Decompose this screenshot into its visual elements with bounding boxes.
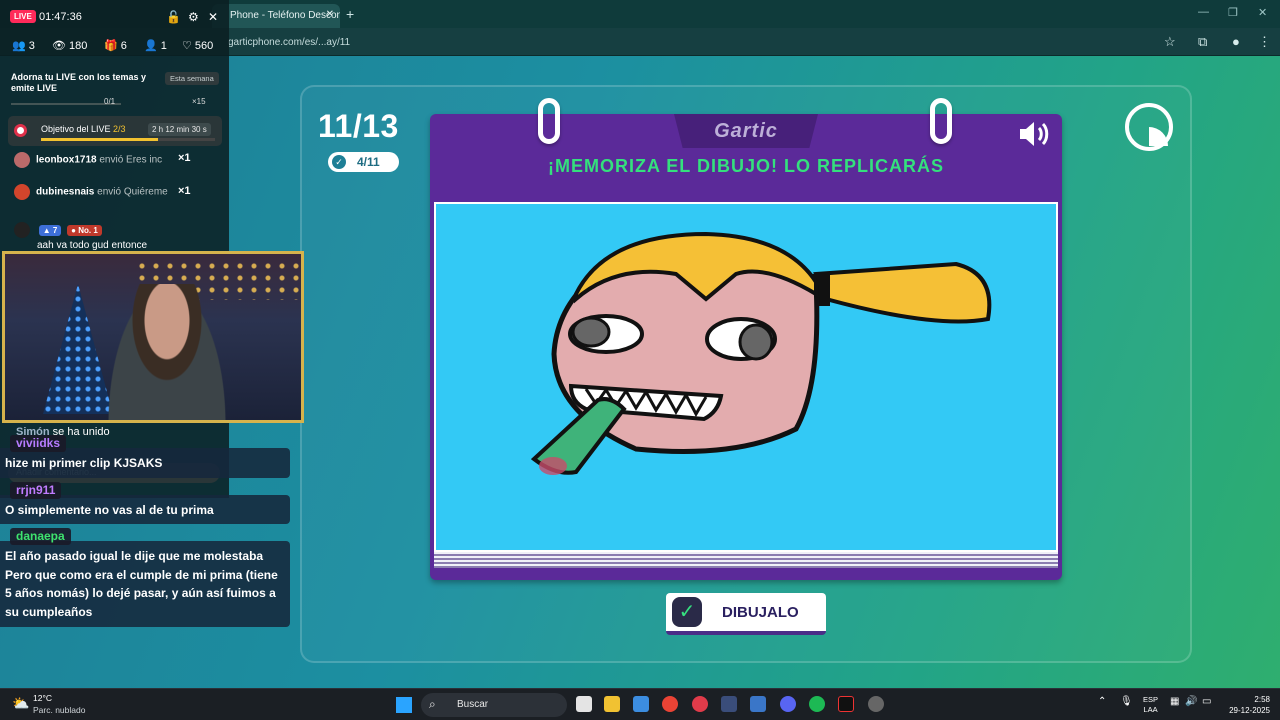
clock[interactable]: 2:58 29-12-2025 xyxy=(1222,694,1270,716)
windows-start-icon[interactable] xyxy=(396,697,412,713)
volume-icon[interactable]: 🔊 xyxy=(1185,696,1197,707)
gift-multiplier: ×1 xyxy=(178,185,191,197)
drawing-image xyxy=(530,231,992,475)
tray-overflow-icon[interactable]: ⌃ xyxy=(1098,696,1106,707)
chat-text: hize mi primer clip KJSAKS xyxy=(5,456,163,470)
obs-icon[interactable] xyxy=(868,696,884,712)
goal-label: Objetivo del LIVE 2/3 xyxy=(41,124,126,134)
players-done-count: 4/11 xyxy=(357,155,380,169)
close-live-icon[interactable]: ✕ xyxy=(208,10,218,24)
taskbar-search[interactable]: ⌕ Buscar xyxy=(421,693,567,717)
extensions-icon[interactable]: ⧉ xyxy=(1198,34,1207,50)
spotify-icon[interactable] xyxy=(809,696,825,712)
chat-text: El año pasado igual le dije que me moles… xyxy=(5,549,278,619)
promo-text: Adorna tu LIVE con los temas y emite LIV… xyxy=(11,72,147,93)
live-elapsed-time: 01:47:36 xyxy=(39,11,82,23)
drawing-canvas xyxy=(434,202,1058,552)
gartic-logo: Gartic xyxy=(674,114,818,148)
chat-overlay-message: viviidks hize mi primer clip KJSAKS xyxy=(0,435,290,478)
christmas-tree xyxy=(43,284,113,414)
settings-icon[interactable]: ⚙ xyxy=(188,10,199,24)
gift-event: leonbox1718 envió Eres inc xyxy=(14,152,162,168)
vscode-icon[interactable] xyxy=(721,696,737,712)
rank-badge: ● No. 1 xyxy=(67,224,102,236)
chat-username: danaepa xyxy=(10,528,71,545)
new-tab-button[interactable]: + xyxy=(346,6,354,22)
card-ring-right xyxy=(930,98,952,144)
tab-garticphone[interactable]: Phone - Teléfono Descon ✕ xyxy=(212,4,340,28)
stat-gifts: 🎁 6 xyxy=(104,40,127,52)
discord-icon[interactable] xyxy=(780,696,796,712)
close-window-icon[interactable]: ✕ xyxy=(1258,6,1267,19)
avatar xyxy=(14,152,30,168)
stat-likes: ♡ 560 xyxy=(182,40,214,52)
chat-username: rrjn911 xyxy=(10,482,62,499)
stat-follows: 👤 1 xyxy=(144,40,167,52)
bookmark-star-icon[interactable]: ☆ xyxy=(1164,34,1176,50)
card-page-edges xyxy=(434,552,1058,568)
goal-time: 2 h 12 min 30 s xyxy=(148,123,211,136)
app-icon[interactable] xyxy=(750,696,766,712)
chrome-icon[interactable] xyxy=(662,696,678,712)
gift-multiplier: ×1 xyxy=(178,152,191,164)
weather-temp[interactable]: 12°C xyxy=(33,693,52,703)
instruction-title: ¡MEMORIZA EL DIBUJO! LO REPLICARÁS xyxy=(547,156,944,176)
chat-text: O simplemente no vas al de tu prima xyxy=(5,503,214,517)
chat-overlay-message: rrjn911 O simplemente no vas al de tu pr… xyxy=(0,482,290,524)
avatar xyxy=(14,184,30,200)
search-icon: ⌕ xyxy=(429,697,436,711)
live-goal[interactable]: Objetivo del LIVE 2/3 2 h 12 min 30 s xyxy=(8,116,222,146)
tab-close-icon[interactable]: ✕ xyxy=(326,9,334,20)
taskbar: ⛅ 12°C Parc. nublado ⌕ Buscar ⌃ 🎙 ESP LAA… xyxy=(0,688,1280,720)
weather-desc[interactable]: Parc. nublado xyxy=(33,705,85,715)
maximize-icon[interactable]: ❐ xyxy=(1228,6,1238,19)
check-icon: ✓ xyxy=(332,155,346,169)
players-done-pill: ✓ 4/11 xyxy=(328,152,399,172)
promo-count: 0/1 xyxy=(104,97,116,106)
live-badge: LIVE xyxy=(10,10,36,23)
profile-avatar[interactable]: ● xyxy=(1232,34,1240,49)
webcam-feed xyxy=(2,251,304,423)
goal-progress-bar xyxy=(41,138,215,141)
chat-overlay-message: danaepa El año pasado igual le dije que … xyxy=(0,528,290,627)
draw-it-label: DIBUJALO xyxy=(722,604,799,621)
chat-username: viviidks xyxy=(10,435,67,452)
opera-icon[interactable] xyxy=(692,696,708,712)
minimize-icon[interactable]: — xyxy=(1198,6,1209,18)
stat-members: 👥 3 xyxy=(12,40,35,52)
promo-multiplier: ×15 xyxy=(192,97,206,106)
menu-kebab-icon[interactable]: ⋮ xyxy=(1258,34,1271,50)
task-view-icon[interactable] xyxy=(576,696,592,712)
speaker-icon[interactable] xyxy=(1018,120,1052,148)
gift-event: dubinesnais envió Quiéreme xyxy=(14,184,168,200)
store-icon[interactable] xyxy=(633,696,649,712)
folder-icon[interactable] xyxy=(604,696,620,712)
goal-progress-fill xyxy=(41,138,158,141)
card-ring-left xyxy=(538,98,560,144)
promo-tag: Esta semana xyxy=(165,72,219,85)
tab-title: Phone - Teléfono Descon xyxy=(230,10,340,21)
level-badge: ▲ 7 xyxy=(38,224,62,236)
chat-badges: ▲ 7 ● No. 1 xyxy=(14,222,105,238)
weather-icon[interactable]: ⛅ xyxy=(12,695,29,712)
draw-it-button[interactable]: ✓ DIBUJALO xyxy=(666,593,826,635)
goal-icon xyxy=(14,124,27,137)
chat-message: aah va todo gud entonce xyxy=(37,240,148,251)
language-indicator[interactable]: ESP LAA xyxy=(1143,695,1158,715)
stat-viewers: 👁 180 xyxy=(52,40,88,52)
check-badge-icon: ✓ xyxy=(672,597,702,627)
lock-icon[interactable]: 🔓 xyxy=(166,10,181,24)
tiktok-icon[interactable] xyxy=(838,696,854,712)
live-studio-panel: LIVE 01:47:36 🔓 ⚙ ✕ 👥 3 👁 180 🎁 6 👤 1 ♡ … xyxy=(0,0,229,498)
round-counter: 11/13 xyxy=(318,108,399,144)
microphone-icon[interactable]: 🎙 xyxy=(1120,696,1133,707)
streamer xyxy=(107,284,227,420)
wifi-icon[interactable]: ▦ xyxy=(1170,696,1179,707)
battery-icon[interactable]: ▭ xyxy=(1202,696,1211,707)
url-text[interactable]: garticphone.com/es/...ay/11 xyxy=(228,37,350,48)
